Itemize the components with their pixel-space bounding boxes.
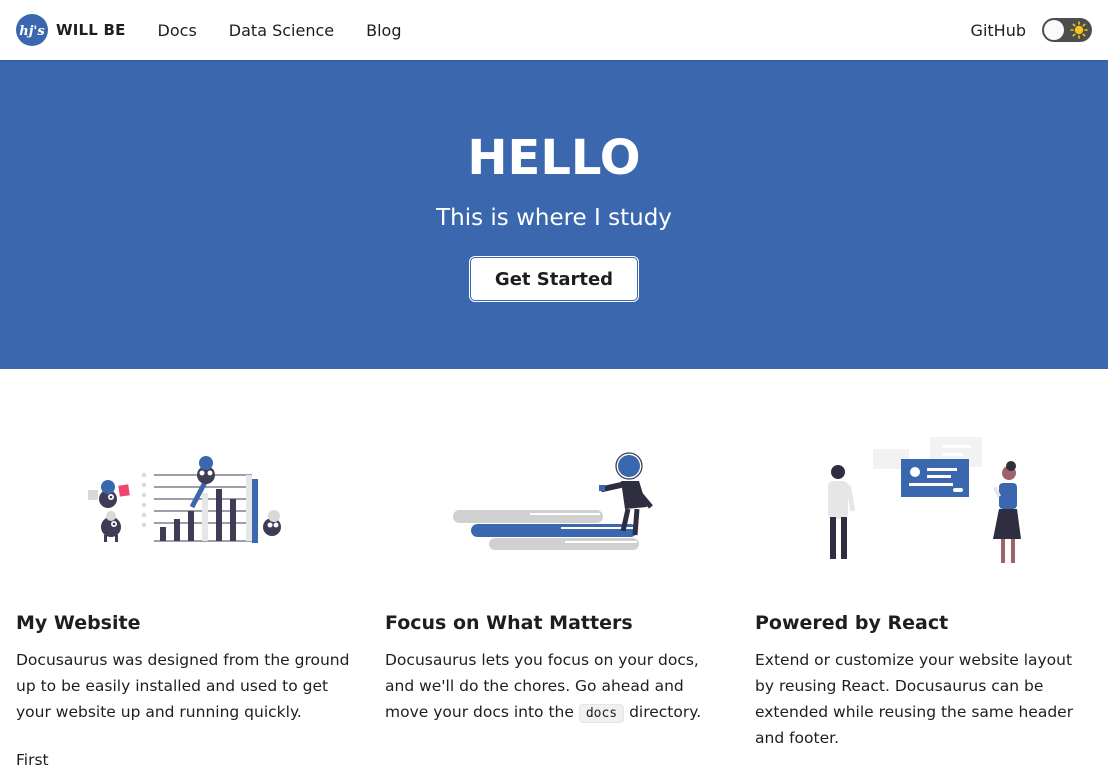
toggle-thumb: [1044, 20, 1064, 40]
hero-subtitle: This is where I study: [436, 205, 672, 231]
feature-react: Powered by React Extend or customize you…: [755, 369, 1095, 751]
feature-description: Extend or customize your website layout …: [755, 651, 1074, 747]
get-started-label: Get Started: [470, 257, 638, 301]
feature-description-text-end: directory.: [624, 703, 702, 721]
feature-focus: Focus on What Matters Docusaurus lets yo…: [385, 369, 725, 727]
feature-my-website: My Website Docusaurus was designed from …: [16, 369, 356, 725]
logo-text: hj's: [19, 24, 45, 39]
features-section: My Website Docusaurus was designed from …: [0, 369, 1108, 768]
mountain-chart-illustration: [88, 456, 281, 543]
docs-code: docs: [578, 704, 625, 723]
hero-banner: HELLO This is where I study Get Started: [0, 60, 1108, 369]
nav-link-blog[interactable]: Blog: [350, 17, 417, 44]
feature-description: Docusaurus lets you focus on your docs, …: [385, 647, 725, 727]
hero-title: HELLO: [467, 130, 641, 186]
nav-link-docs[interactable]: Docs: [142, 17, 213, 44]
tree-books-illustration: [453, 452, 653, 550]
nav-link-data-science[interactable]: Data Science: [213, 17, 350, 44]
navbar: hj's WILL BE Docs Data Science Blog GitH…: [0, 0, 1108, 60]
brand-title: WILL BE: [56, 21, 126, 39]
feature-title: My Website: [16, 612, 141, 634]
feature-title: Powered by React: [755, 612, 949, 634]
site-logo-icon: hj's: [16, 14, 48, 46]
first-text: First: [16, 751, 49, 768]
get-started-button[interactable]: Get Started: [469, 256, 639, 302]
brand-link[interactable]: hj's WILL BE: [16, 14, 126, 46]
feature-title: Focus on What Matters: [385, 612, 633, 634]
feature-description: Docusaurus was designed from the ground …: [16, 651, 350, 721]
sun-icon: [1070, 21, 1088, 39]
theme-toggle[interactable]: [1042, 18, 1092, 42]
navbar-right: GitHub: [971, 17, 1092, 44]
react-people-illustration: [828, 437, 1021, 563]
github-link[interactable]: GitHub: [971, 17, 1042, 44]
